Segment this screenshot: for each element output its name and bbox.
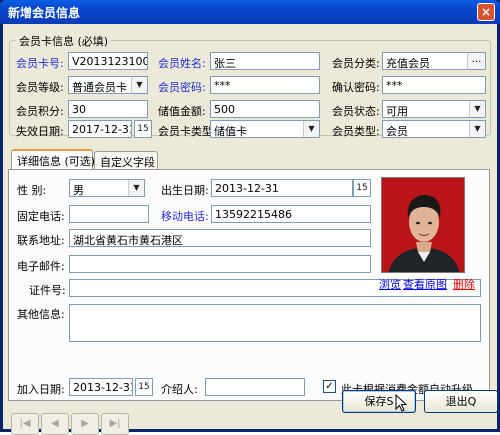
dialog-client: 会员卡信息 (必填) 会员卡号: V201312310001 会员姓名: 张三 …	[3, 24, 498, 435]
next-record-icon: ▶	[81, 418, 89, 429]
join-date-label: 加入日期:	[17, 383, 65, 396]
expiry-label: 失效日期:	[16, 125, 64, 138]
details-panel: 性 别: 男 ▼ 出生日期: 2013-12-31 15 固定电话: 移动电话:…	[8, 169, 490, 401]
password-field[interactable]: ***	[210, 76, 320, 94]
phone-label: 固定电话:	[17, 210, 65, 223]
id-number-label: 证件号:	[29, 284, 66, 297]
other-info-label: 其他信息:	[17, 308, 65, 321]
mobile-label: 移动电话:	[161, 210, 209, 223]
address-label: 联系地址:	[17, 234, 65, 247]
points-field[interactable]: 30	[68, 100, 148, 118]
expiry-field[interactable]: 2017-12-31	[68, 120, 132, 138]
referrer-field[interactable]	[205, 378, 305, 396]
auto-upgrade-checkbox[interactable]: ✓	[323, 380, 336, 393]
join-date-field[interactable]: 2013-12-31	[69, 378, 133, 396]
confirm-password-label: 确认密码:	[332, 81, 380, 94]
status-select[interactable]: 可用 ▼	[382, 100, 486, 118]
birth-date-field[interactable]: 2013-12-31	[211, 179, 353, 197]
gender-label: 性 别:	[17, 184, 47, 197]
card-no-label: 会员卡号:	[16, 57, 64, 70]
points-label: 会员积分:	[16, 105, 64, 118]
password-label: 会员密码:	[158, 81, 206, 94]
level-label: 会员等级:	[16, 81, 64, 94]
card-info-group-title: 会员卡信息 (必填)	[16, 33, 112, 49]
balance-field[interactable]: 500	[210, 100, 320, 118]
phone-field[interactable]	[69, 205, 149, 223]
tab-details[interactable]: 详细信息 (可选)	[11, 149, 95, 169]
category-label: 会员分类:	[332, 57, 380, 70]
join-date-calendar-icon[interactable]: 15	[135, 378, 153, 396]
browse-photo-link[interactable]: 浏览	[379, 276, 401, 292]
name-label: 会员姓名:	[158, 57, 206, 70]
close-button[interactable]: ×	[477, 3, 495, 21]
tab-custom-fields[interactable]: 自定义字段	[94, 151, 158, 169]
exit-button[interactable]: 退出Q	[424, 390, 498, 413]
close-icon: ×	[480, 5, 492, 19]
category-ellipsis-icon[interactable]: ...	[467, 53, 485, 69]
email-field[interactable]	[69, 255, 371, 273]
referrer-label: 介绍人:	[161, 383, 198, 396]
mobile-field[interactable]: 13592215486	[211, 205, 371, 223]
gender-select[interactable]: 男 ▼	[69, 179, 145, 197]
member-type-dropdown-icon[interactable]: ▼	[469, 121, 485, 137]
card-info-group: 会员卡信息 (必填) 会员卡号: V201312310001 会员姓名: 张三 …	[9, 33, 491, 138]
level-value: 普通会员卡	[72, 81, 127, 94]
balance-label: 储值金额:	[158, 105, 206, 118]
window-title: 新增会员信息	[8, 6, 81, 20]
member-photo-image	[382, 178, 464, 272]
other-info-field[interactable]	[69, 304, 481, 342]
birth-date-calendar-icon[interactable]: 15	[353, 179, 371, 197]
previous-record-icon: ◀	[51, 418, 59, 429]
view-original-link[interactable]: 查看原图	[403, 276, 447, 292]
last-record-icon: ▶|	[109, 418, 121, 429]
dialog-window: 新增会员信息 × 会员卡信息 (必填) 会员卡号: V201312310001 …	[0, 0, 500, 435]
expiry-calendar-icon[interactable]: 15	[134, 120, 152, 138]
title-bar[interactable]: 新增会员信息 ×	[0, 0, 500, 24]
status-label: 会员状态:	[332, 105, 380, 118]
member-photo	[381, 177, 465, 273]
first-record-icon: |◀	[19, 418, 31, 429]
gender-value: 男	[73, 184, 84, 197]
card-type-dropdown-icon[interactable]: ▼	[303, 121, 319, 137]
mouse-cursor-icon	[395, 394, 408, 412]
address-field[interactable]: 湖北省黄石市黄石港区	[69, 229, 371, 247]
member-type-value: 会员	[386, 125, 408, 138]
status-value: 可用	[386, 105, 408, 118]
name-field[interactable]: 张三	[210, 52, 320, 70]
level-select[interactable]: 普通会员卡 ▼	[68, 76, 148, 94]
card-type-select[interactable]: 储值卡 ▼	[210, 120, 320, 138]
email-label: 电子邮件:	[17, 260, 65, 273]
delete-photo-link[interactable]: 删除	[453, 276, 475, 292]
category-value: 充值会员	[386, 57, 430, 70]
card-type-value: 储值卡	[214, 125, 247, 138]
birth-date-label: 出生日期:	[161, 184, 209, 197]
confirm-password-field[interactable]: ***	[382, 76, 486, 94]
member-type-label: 会员类型:	[332, 125, 380, 138]
gender-dropdown-icon[interactable]: ▼	[128, 180, 144, 196]
card-type-label: 会员卡类型	[158, 125, 213, 138]
card-no-field[interactable]: V201312310001	[68, 52, 148, 70]
member-type-select[interactable]: 会员 ▼	[382, 120, 486, 138]
level-dropdown-icon[interactable]: ▼	[131, 77, 147, 93]
category-field[interactable]: 充值会员 ...	[382, 52, 486, 70]
status-dropdown-icon[interactable]: ▼	[469, 101, 485, 117]
